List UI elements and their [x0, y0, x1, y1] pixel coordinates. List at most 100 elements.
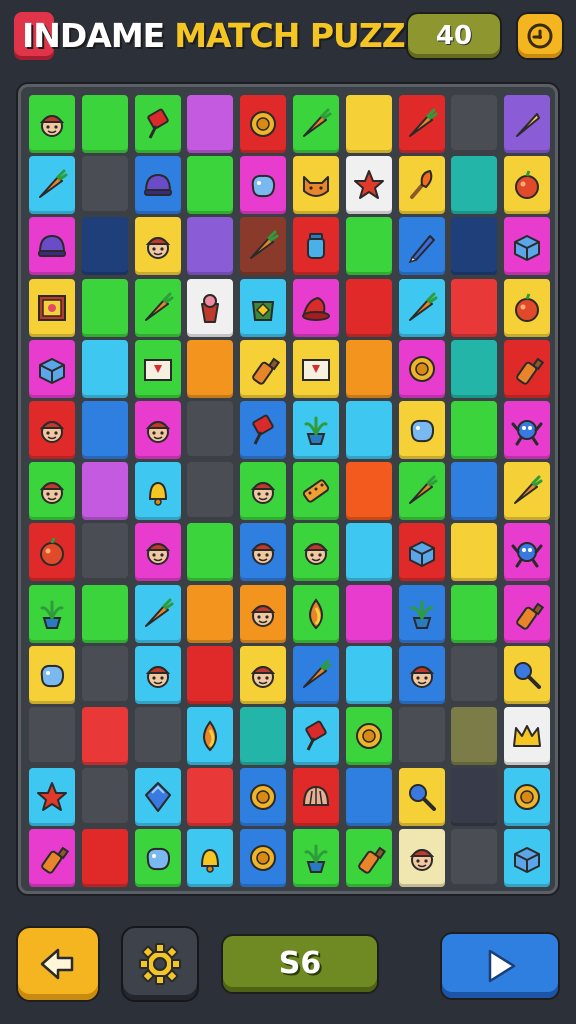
- tile-empty[interactable]: [187, 217, 234, 276]
- tile-plant[interactable]: [398, 584, 445, 643]
- tile-drop[interactable]: [187, 707, 234, 765]
- tile-fox[interactable]: [293, 156, 339, 215]
- tile-face[interactable]: [134, 523, 181, 582]
- tile-empty[interactable]: [451, 339, 498, 398]
- tile-shell[interactable]: [293, 768, 339, 827]
- tile-gem[interactable]: [134, 768, 181, 827]
- tile-empty[interactable]: [81, 829, 128, 888]
- tile-empty[interactable]: [134, 707, 181, 765]
- tile-empty[interactable]: [187, 156, 234, 215]
- tile-empty[interactable]: [187, 584, 234, 643]
- tile-empty[interactable]: [81, 339, 128, 398]
- tile-carrot[interactable]: [240, 217, 287, 276]
- tile-pot[interactable]: [240, 278, 287, 337]
- tile-face[interactable]: [29, 401, 75, 459]
- tile-box[interactable]: [504, 829, 551, 888]
- tile-empty[interactable]: [345, 401, 392, 459]
- tile-cone[interactable]: [504, 95, 551, 153]
- tile-empty[interactable]: [81, 768, 128, 827]
- tile-star[interactable]: [345, 156, 392, 215]
- tile-face[interactable]: [240, 523, 287, 582]
- tile-empty[interactable]: [451, 401, 498, 459]
- tile-carrot[interactable]: [293, 645, 339, 704]
- tile-pen[interactable]: [398, 217, 445, 276]
- tile-coin[interactable]: [504, 768, 551, 827]
- tile-empty[interactable]: [398, 707, 445, 765]
- tile-empty[interactable]: [345, 584, 392, 643]
- tile-face[interactable]: [29, 462, 75, 521]
- tile-carrot[interactable]: [293, 95, 339, 153]
- settings-button[interactable]: [123, 928, 197, 1000]
- tile-face[interactable]: [134, 645, 181, 704]
- tile-card[interactable]: [293, 339, 339, 398]
- tile-empty[interactable]: [187, 523, 234, 582]
- tile-empty[interactable]: [345, 768, 392, 827]
- tile-face[interactable]: [240, 645, 287, 704]
- tile-carrot[interactable]: [134, 584, 181, 643]
- tile-empty[interactable]: [187, 645, 234, 704]
- tile-plant[interactable]: [293, 829, 339, 888]
- tile-fruit[interactable]: [504, 156, 551, 215]
- tile-helmet[interactable]: [29, 217, 75, 276]
- tile-face[interactable]: [134, 217, 181, 276]
- tile-face[interactable]: [240, 462, 287, 521]
- tile-face[interactable]: [398, 645, 445, 704]
- back-button[interactable]: [18, 928, 98, 1000]
- tile-empty[interactable]: [451, 768, 498, 827]
- tile-cup[interactable]: [187, 278, 234, 337]
- tile-empty[interactable]: [345, 645, 392, 704]
- tile-empty[interactable]: [345, 95, 392, 153]
- tile-carrot[interactable]: [134, 278, 181, 337]
- tile-torch[interactable]: [398, 156, 445, 215]
- tile-empty[interactable]: [187, 339, 234, 398]
- tile-bell[interactable]: [187, 829, 234, 888]
- tile-empty[interactable]: [81, 156, 128, 215]
- tile-pin[interactable]: [240, 401, 287, 459]
- hint-button[interactable]: [518, 14, 562, 58]
- tile-empty[interactable]: [451, 829, 498, 888]
- tile-box[interactable]: [29, 339, 75, 398]
- tile-robot[interactable]: [504, 523, 551, 582]
- tile-empty[interactable]: [345, 462, 392, 521]
- tile-fruit[interactable]: [504, 278, 551, 337]
- play-button[interactable]: [442, 934, 558, 998]
- tile-hat[interactable]: [293, 278, 339, 337]
- tile-empty[interactable]: [81, 584, 128, 643]
- tile-empty[interactable]: [451, 584, 498, 643]
- tile-blob[interactable]: [134, 829, 181, 888]
- tile-face[interactable]: [398, 829, 445, 888]
- tile-blob[interactable]: [240, 156, 287, 215]
- tile-jar[interactable]: [293, 217, 339, 276]
- tile-empty[interactable]: [451, 645, 498, 704]
- tile-face[interactable]: [240, 584, 287, 643]
- tile-face[interactable]: [134, 401, 181, 459]
- tile-carrot[interactable]: [504, 462, 551, 521]
- tile-empty[interactable]: [187, 768, 234, 827]
- tile-empty[interactable]: [451, 523, 498, 582]
- tile-empty[interactable]: [81, 278, 128, 337]
- tile-empty[interactable]: [187, 95, 234, 153]
- tile-empty[interactable]: [81, 401, 128, 459]
- tile-fruit[interactable]: [29, 523, 75, 582]
- tile-face[interactable]: [29, 95, 75, 153]
- tile-bar[interactable]: [293, 462, 339, 521]
- tile-face[interactable]: [293, 523, 339, 582]
- tile-coin[interactable]: [240, 95, 287, 153]
- tile-bottle[interactable]: [240, 339, 287, 398]
- tile-empty[interactable]: [81, 645, 128, 704]
- tile-empty[interactable]: [29, 707, 75, 765]
- tile-empty[interactable]: [451, 278, 498, 337]
- tile-bottle[interactable]: [504, 584, 551, 643]
- tile-carrot[interactable]: [398, 462, 445, 521]
- tile-pin[interactable]: [134, 95, 181, 153]
- tile-box[interactable]: [504, 217, 551, 276]
- tile-empty[interactable]: [81, 523, 128, 582]
- tile-star[interactable]: [29, 768, 75, 827]
- tile-pin[interactable]: [293, 707, 339, 765]
- tile-key[interactable]: [398, 768, 445, 827]
- tile-empty[interactable]: [451, 462, 498, 521]
- tile-empty[interactable]: [187, 462, 234, 521]
- tile-empty[interactable]: [451, 707, 498, 765]
- tile-empty[interactable]: [187, 401, 234, 459]
- tile-coin[interactable]: [240, 768, 287, 827]
